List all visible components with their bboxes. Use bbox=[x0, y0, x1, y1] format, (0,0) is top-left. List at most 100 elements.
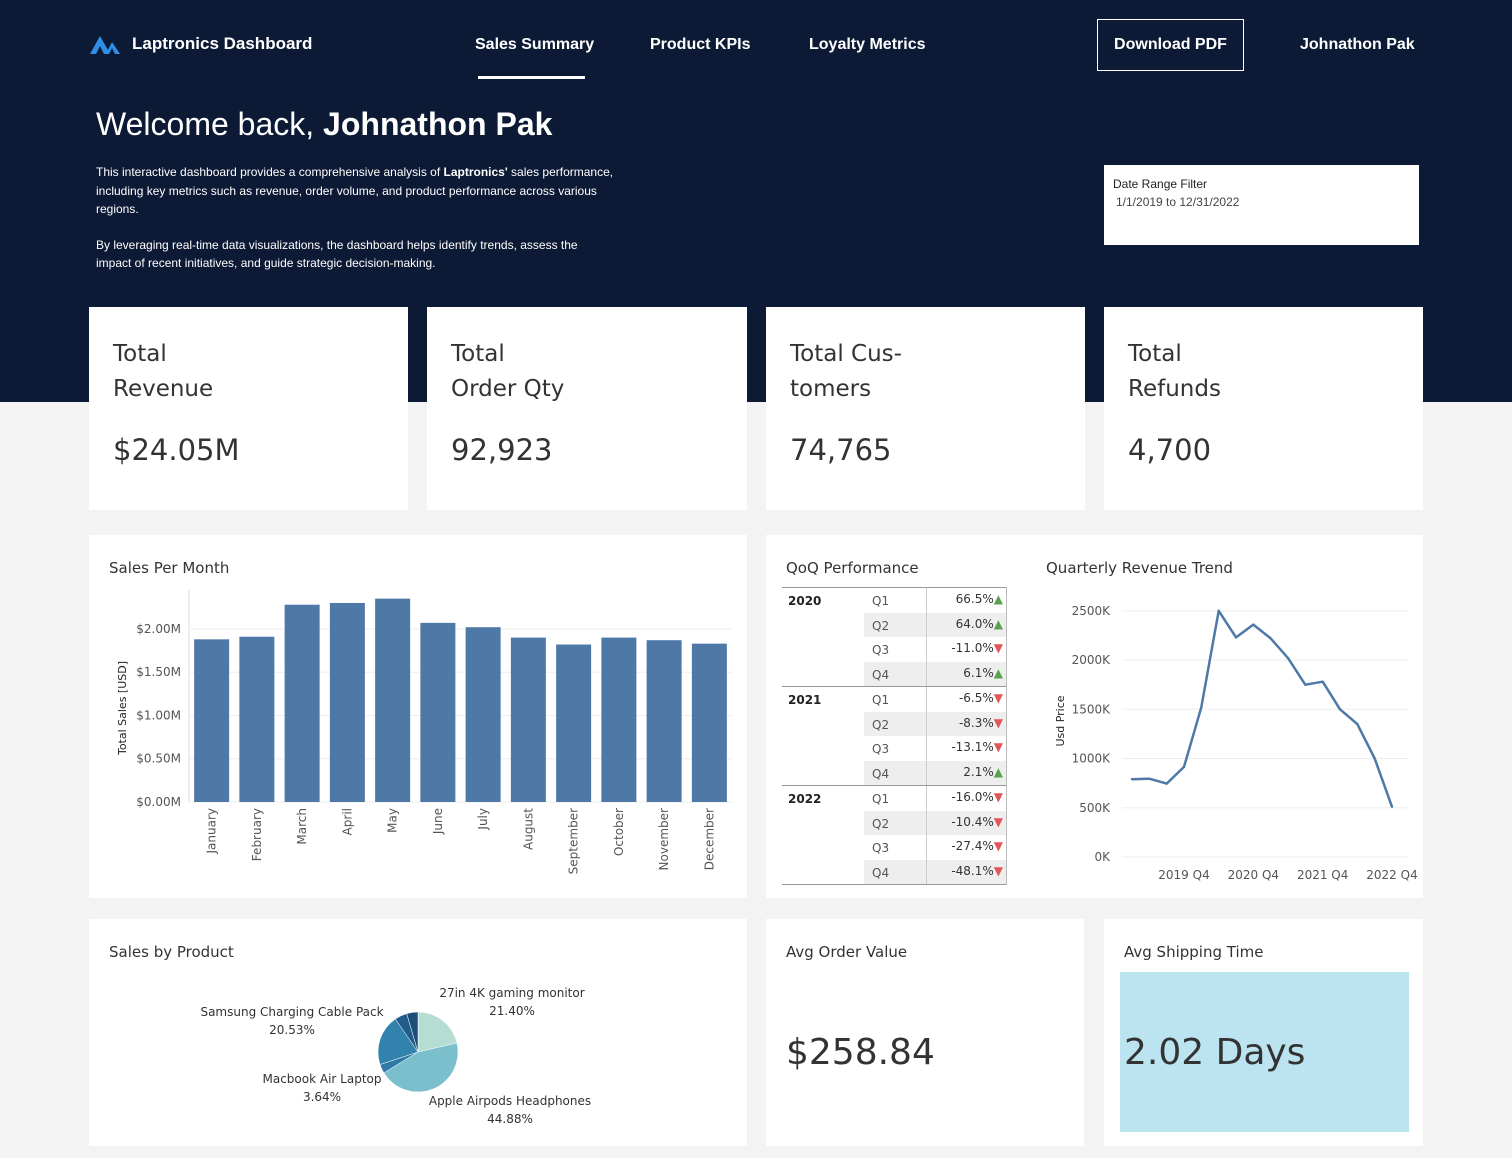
bar[interactable] bbox=[646, 640, 682, 802]
bar[interactable] bbox=[329, 602, 365, 802]
trend-point[interactable] bbox=[1234, 636, 1238, 639]
table-row[interactable]: Q4 2.1%▲ bbox=[782, 760, 1007, 785]
date-range-filter[interactable]: Date Range Filter 1/1/2019 to 12/31/2022 bbox=[1104, 165, 1419, 245]
qoq-title: QoQ Performance bbox=[786, 559, 919, 577]
arrow-down-icon: ▼ bbox=[993, 691, 1003, 705]
date-filter-value[interactable]: 1/1/2019 to 12/31/2022 bbox=[1113, 195, 1410, 209]
x-tick-label: July bbox=[476, 808, 490, 831]
bar[interactable] bbox=[284, 604, 320, 802]
table-row[interactable]: Q3 -13.1%▼ bbox=[782, 736, 1007, 761]
y-axis-label: Usd Price bbox=[1054, 695, 1067, 746]
table-row[interactable]: Q2 64.0%▲ bbox=[782, 612, 1007, 637]
bar[interactable] bbox=[375, 598, 411, 802]
trend-point[interactable] bbox=[1217, 609, 1220, 613]
trend-point[interactable] bbox=[1390, 805, 1394, 808]
kpi-value: 4,700 bbox=[1128, 433, 1212, 467]
trend-point[interactable] bbox=[1338, 708, 1342, 711]
bar[interactable] bbox=[556, 644, 592, 802]
trend-point[interactable] bbox=[1130, 778, 1134, 781]
tab-loyalty-metrics[interactable]: Loyalty Metrics bbox=[809, 36, 925, 54]
qoq-value: -16.0%▼ bbox=[951, 790, 1003, 804]
table-row[interactable]: Q2 -10.4%▼ bbox=[782, 810, 1007, 835]
trend-point[interactable] bbox=[1200, 706, 1203, 709]
arrow-up-icon: ▲ bbox=[993, 616, 1003, 631]
bar[interactable] bbox=[465, 627, 501, 802]
tab-sales-summary[interactable]: Sales Summary bbox=[475, 36, 594, 54]
bar[interactable] bbox=[194, 639, 230, 802]
table-row[interactable]: Q4 6.1%▲ bbox=[782, 661, 1007, 686]
table-row[interactable]: Q4 -48.1%▼ bbox=[782, 859, 1007, 884]
date-filter-label: Date Range Filter bbox=[1113, 177, 1208, 191]
trend-point[interactable] bbox=[1165, 782, 1168, 785]
pie-label: Samsung Charging Cable Pack bbox=[200, 1005, 383, 1019]
trend-point[interactable] bbox=[1373, 757, 1376, 760]
kpi-label: Total Cus-tomers bbox=[790, 337, 1000, 407]
welcome-heading: Welcome back, Johnathon Pak bbox=[96, 106, 552, 143]
trend-point[interactable] bbox=[1356, 722, 1359, 726]
y-axis-label: Total Sales [USD] bbox=[116, 661, 129, 756]
table-row[interactable]: Q3 -27.4%▼ bbox=[782, 835, 1007, 860]
download-pdf-button[interactable]: Download PDF bbox=[1097, 19, 1244, 71]
pie-percent-label: 44.88% bbox=[487, 1112, 533, 1126]
table-row[interactable]: 2021 Q1 -6.5%▼ bbox=[782, 687, 1007, 712]
bar[interactable] bbox=[420, 622, 456, 802]
bar[interactable] bbox=[510, 637, 546, 802]
trend-point[interactable] bbox=[1148, 777, 1151, 780]
y-tick-label: 2500K bbox=[1072, 604, 1112, 618]
qoq-quarter-label: Q3 bbox=[872, 643, 890, 657]
welcome-name: Johnathon Pak bbox=[323, 106, 553, 142]
intro-paragraph-1: This interactive dashboard provides a co… bbox=[96, 163, 616, 219]
qoq-quarter-label: Q2 bbox=[872, 618, 890, 633]
pie-percent-label: 3.64% bbox=[303, 1090, 341, 1104]
x-tick-label: 2021 Q4 bbox=[1297, 868, 1348, 882]
qoq-value-divider bbox=[926, 588, 927, 613]
kpi-card-revenue: Total Revenue $24.05M bbox=[89, 307, 408, 510]
trend-point[interactable] bbox=[1252, 623, 1255, 626]
kpi-card-customers: Total Cus-tomers 74,765 bbox=[766, 307, 1085, 510]
trend-line[interactable] bbox=[1131, 609, 1394, 808]
avg-shipping-value: 2.02 Days bbox=[1124, 1032, 1306, 1073]
qoq-value-divider bbox=[926, 760, 927, 785]
qoq-percent: 2.1% bbox=[963, 764, 994, 779]
x-tick-label: August bbox=[521, 808, 535, 850]
mountain-logo-icon bbox=[90, 36, 120, 54]
avg-shipping-time-card: Avg Shipping Time 2.02 Days bbox=[1104, 919, 1423, 1146]
kpi-label: Total Refunds bbox=[1128, 337, 1338, 407]
trend-point[interactable] bbox=[1286, 656, 1290, 660]
arrow-down-icon: ▼ bbox=[993, 790, 1003, 804]
sales-by-product-panel: Sales by Product 27in 4K gaming monitor 2… bbox=[89, 919, 747, 1146]
user-menu[interactable]: Johnathon Pak bbox=[1300, 36, 1415, 54]
kpi-card-refunds: Total Refunds 4,700 bbox=[1104, 307, 1423, 510]
intro-brand: Laptronics' bbox=[443, 165, 508, 179]
qoq-quarter-label: Q3 bbox=[872, 841, 890, 855]
qoq-quarter-label: Q4 bbox=[872, 766, 890, 781]
trend-title: Quarterly Revenue Trend bbox=[1046, 559, 1233, 577]
table-row[interactable]: Q3 -11.0%▼ bbox=[782, 637, 1007, 662]
arrow-up-icon: ▲ bbox=[993, 592, 1003, 606]
tab-product-kpis[interactable]: Product KPIs bbox=[650, 36, 750, 54]
trend-point[interactable] bbox=[1304, 683, 1307, 686]
pie-percent-label: 20.53% bbox=[269, 1023, 315, 1037]
bar[interactable] bbox=[691, 643, 727, 802]
kpi-label-line: Total bbox=[113, 341, 167, 367]
bar[interactable] bbox=[239, 636, 275, 802]
trend-point[interactable] bbox=[1269, 637, 1272, 640]
bar[interactable] bbox=[601, 637, 637, 802]
trend-point[interactable] bbox=[1182, 765, 1186, 769]
x-tick-label: 2020 Q4 bbox=[1228, 868, 1279, 882]
panel-title: Avg Shipping Time bbox=[1124, 943, 1264, 961]
qoq-value: -27.4%▼ bbox=[951, 839, 1003, 853]
table-row[interactable]: 2022 Q1 -16.0%▼ bbox=[782, 786, 1007, 811]
qoq-value-divider bbox=[926, 612, 927, 637]
qoq-quarter-label: Q1 bbox=[872, 594, 890, 608]
app-logo[interactable]: Laptronics Dashboard bbox=[90, 34, 312, 54]
table-row[interactable]: 2020 Q1 66.5%▲ bbox=[782, 588, 1007, 613]
kpi-label-line: Revenue bbox=[113, 376, 214, 402]
x-tick-label: September bbox=[567, 808, 581, 874]
table-row[interactable]: Q2 -8.3%▼ bbox=[782, 711, 1007, 736]
qoq-value-divider bbox=[926, 835, 927, 860]
arrow-down-icon: ▼ bbox=[993, 641, 1003, 655]
qoq-value-divider bbox=[926, 687, 927, 712]
qoq-value: 66.5%▲ bbox=[956, 592, 1003, 606]
trend-point[interactable] bbox=[1321, 680, 1324, 683]
